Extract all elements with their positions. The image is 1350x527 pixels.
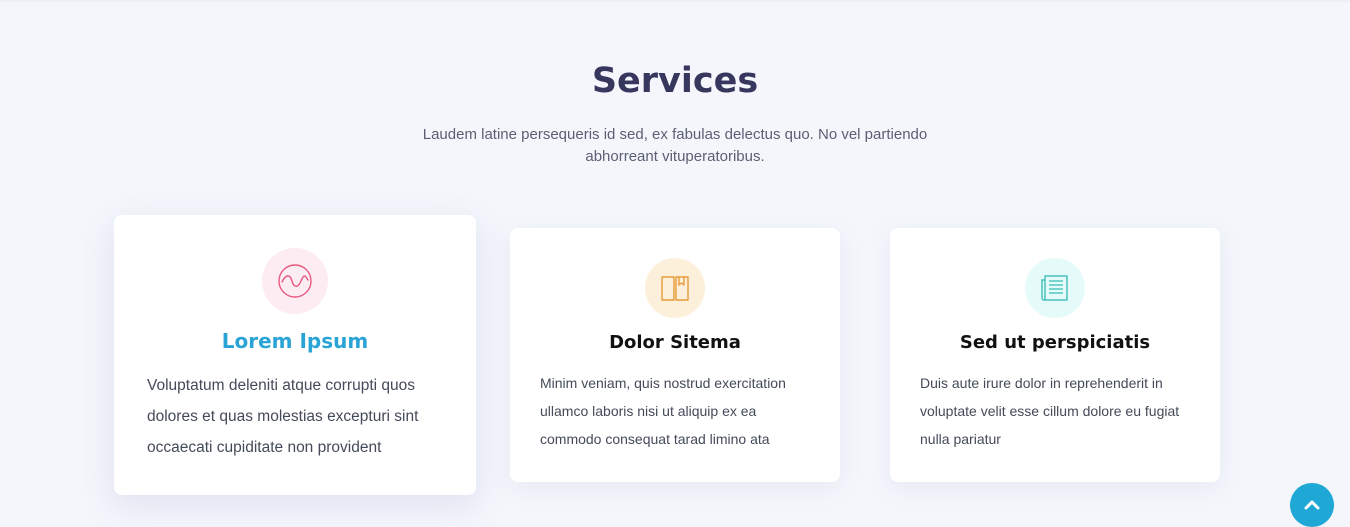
scroll-top-button[interactable] [1290, 483, 1334, 527]
section-title: Services [591, 61, 759, 101]
service-card-lorem-ipsum[interactable]: Lorem Ipsum Voluptatum deleniti atque co… [114, 215, 476, 495]
card-title: Lorem Ipsum [221, 329, 369, 353]
chevron-up-icon [1304, 500, 1320, 510]
service-card-dolor-sitema[interactable]: Dolor Sitema Minim veniam, quis nostrud … [510, 228, 840, 482]
wave-icon [262, 248, 328, 314]
card-description: Duis aute irure dolor in reprehenderit i… [920, 375, 1180, 447]
card-description: Minim veniam, quis nostrud exercitation … [540, 375, 786, 447]
book-icon [645, 258, 705, 318]
top-divider [0, 0, 1350, 2]
card-title: Dolor Sitema [609, 332, 741, 353]
card-title: Sed ut perspiciatis [959, 332, 1151, 353]
document-icon [1025, 258, 1085, 318]
card-description: Voluptatum deleniti atque corrupti quos … [147, 377, 419, 456]
section-subtitle: Laudem latine persequeris id sed, ex fab… [422, 126, 928, 165]
service-card-sed-ut-perspiciatis[interactable]: Sed ut perspiciatis Duis aute irure dolo… [890, 228, 1220, 482]
